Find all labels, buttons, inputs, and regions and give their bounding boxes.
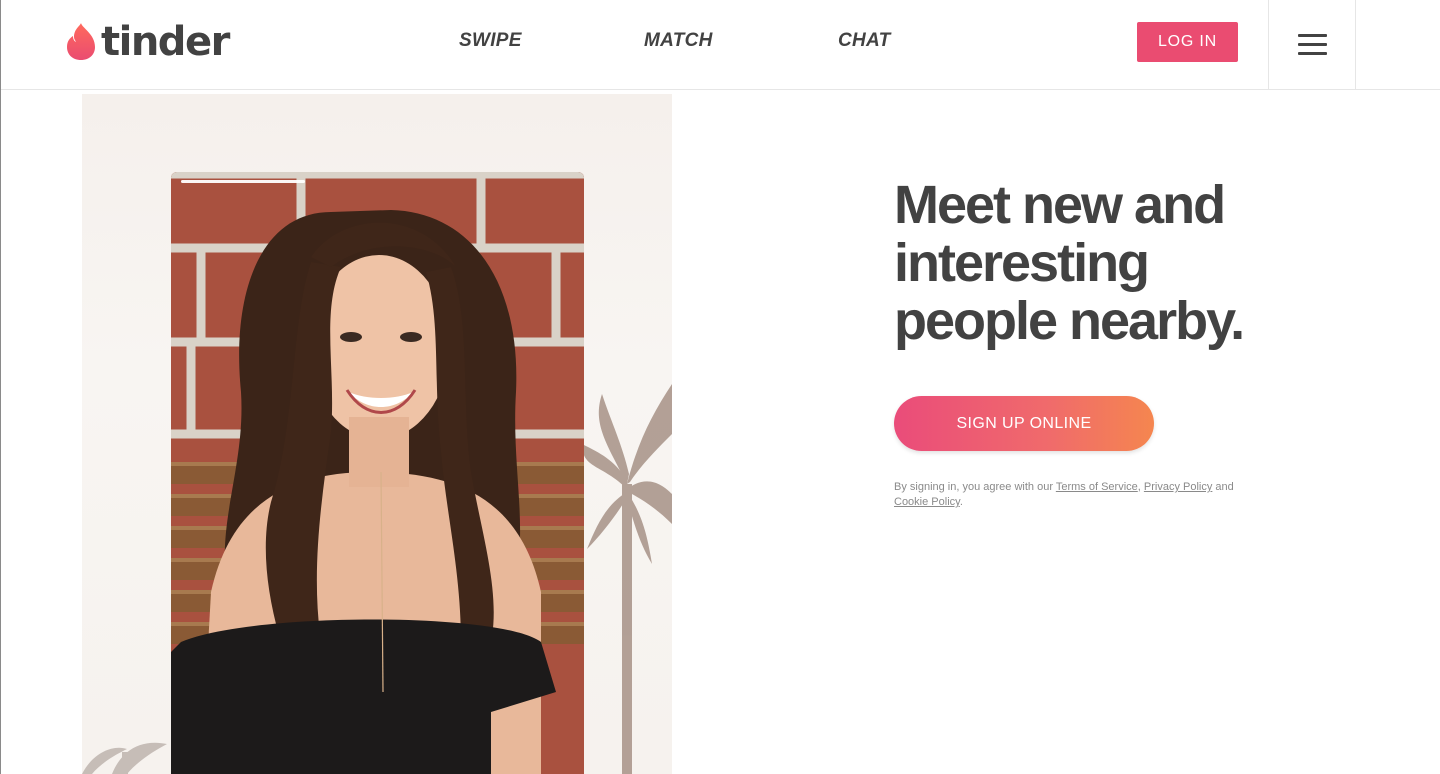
hero-title-line-3: people nearby. [894,291,1245,351]
legal-notice: By signing in, you agree with our Terms … [894,480,1274,510]
legal-suffix: . [959,496,963,508]
hero-title: Meet new and interesting people nearby. [894,176,1314,350]
top-navigation-bar: tinder SWIPE MATCH CHAT LOG IN [1,0,1440,90]
palm-tree-image [582,384,672,774]
photo-progress-indicator [181,180,305,183]
hero-title-line-1: Meet new and [894,175,1226,235]
hero-title-line-2: interesting [894,233,1150,293]
hamburger-menu-icon [1297,33,1327,56]
logo-wordmark: tinder [101,19,230,65]
nav-swipe[interactable]: SWIPE [459,30,522,52]
palm-tree-image-small [82,742,167,774]
flame-icon [67,23,95,60]
tinder-logo[interactable]: tinder [65,19,230,65]
privacy-policy-link[interactable]: Privacy Policy [1144,481,1212,493]
login-button[interactable]: LOG IN [1137,22,1238,62]
profile-photo [171,172,584,774]
sign-up-online-button[interactable]: SIGN UP ONLINE [894,396,1154,451]
terms-of-service-link[interactable]: Terms of Service [1056,481,1138,493]
nav-chat[interactable]: CHAT [838,30,891,52]
cookie-policy-link[interactable]: Cookie Policy [894,496,960,508]
legal-prefix: By signing in, you agree with our [894,481,1056,493]
menu-button[interactable] [1268,0,1356,89]
legal-and: and [1212,481,1234,493]
page: tinder SWIPE MATCH CHAT LOG IN Meet new … [0,0,1440,774]
profile-photo-card [171,172,584,774]
nav-match[interactable]: MATCH [644,30,713,52]
